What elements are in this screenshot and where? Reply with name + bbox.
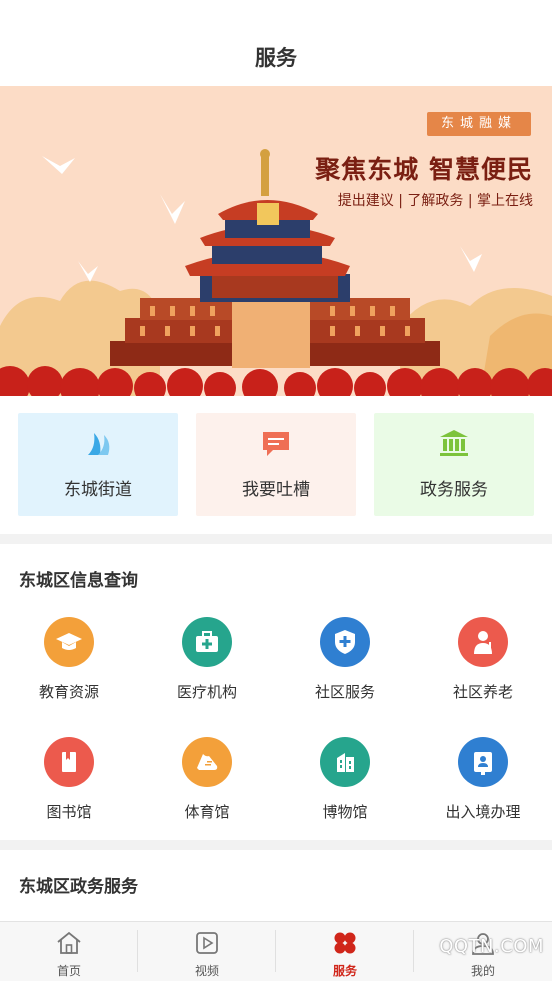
gov-service-section: 东城区政务服务 [0, 850, 552, 922]
header: 服务 [0, 0, 552, 86]
tab-label: 视频 [194, 964, 219, 978]
tab-label: 我的 [470, 964, 495, 978]
grid-item-elderly-care[interactable]: 社区养老 [414, 617, 552, 717]
info-query-section: 东城区信息查询 教育资源 医疗机构 社区服务 社区养老 图书馆 体育馆 博物馆 … [0, 544, 552, 840]
quick-card-street[interactable]: 东城街道 [18, 413, 178, 516]
grid-item-label: 出入境办理 [445, 803, 521, 821]
id-card-icon [458, 737, 508, 787]
grid-item-label: 社区服务 [314, 683, 375, 701]
grid-item-label: 博物馆 [322, 803, 368, 821]
graduation-cap-icon [44, 617, 94, 667]
government-building-icon [374, 427, 534, 459]
grid-item-label: 社区养老 [452, 683, 513, 701]
grid-item-label: 体育馆 [184, 803, 230, 821]
tab-label: 服务 [332, 964, 357, 978]
tab-home[interactable]: 首页 [0, 922, 138, 981]
page-title: 服务 [255, 46, 297, 70]
banner[interactable]: 东城融媒 聚焦东城 智慧便民 提出建议 | 了解政务 | 掌上在线 [0, 86, 552, 396]
section-title: 东城区信息查询 [19, 571, 138, 591]
grid-item-museum[interactable]: 博物馆 [276, 737, 414, 837]
quick-card-complaint[interactable]: 我要吐槽 [196, 413, 356, 516]
services-icon [276, 930, 414, 956]
brand-badge: 东城融媒 [427, 112, 531, 136]
quick-card-gov-service[interactable]: 政务服务 [374, 413, 534, 516]
book-icon [44, 737, 94, 787]
section-title: 东城区政务服务 [19, 877, 138, 897]
grid-item-label: 图书馆 [46, 803, 92, 821]
tab-services[interactable]: 服务 [276, 922, 414, 981]
grid-item-medical[interactable]: 医疗机构 [138, 617, 276, 717]
watermark: QQTN.COM [439, 936, 544, 957]
grid-item-gym[interactable]: 体育馆 [138, 737, 276, 837]
quick-card-label: 我要吐槽 [242, 480, 310, 500]
building-icon [320, 737, 370, 787]
tab-video[interactable]: 视频 [138, 922, 276, 981]
shield-plus-icon [320, 617, 370, 667]
banner-tagline: 提出建议 | 了解政务 | 掌上在线 [337, 193, 533, 209]
quick-card-label: 东城街道 [64, 480, 132, 500]
grid-item-label: 医疗机构 [176, 683, 237, 701]
video-play-icon [138, 930, 276, 956]
home-icon [0, 930, 138, 956]
banner-headline: 聚焦东城 智慧便民 [315, 155, 533, 184]
elderly-person-icon [458, 617, 508, 667]
chat-bubble-icon [196, 427, 356, 459]
grid-item-immigration[interactable]: 出入境办理 [414, 737, 552, 837]
grid-item-library[interactable]: 图书馆 [0, 737, 138, 837]
quick-card-label: 政务服务 [420, 480, 488, 500]
wave-icon [18, 427, 178, 459]
grid-item-label: 教育资源 [38, 683, 99, 701]
medical-kit-icon [182, 617, 232, 667]
sneaker-icon [182, 737, 232, 787]
tab-label: 首页 [56, 964, 81, 978]
grid-item-community-service[interactable]: 社区服务 [276, 617, 414, 717]
grid-item-education[interactable]: 教育资源 [0, 617, 138, 717]
